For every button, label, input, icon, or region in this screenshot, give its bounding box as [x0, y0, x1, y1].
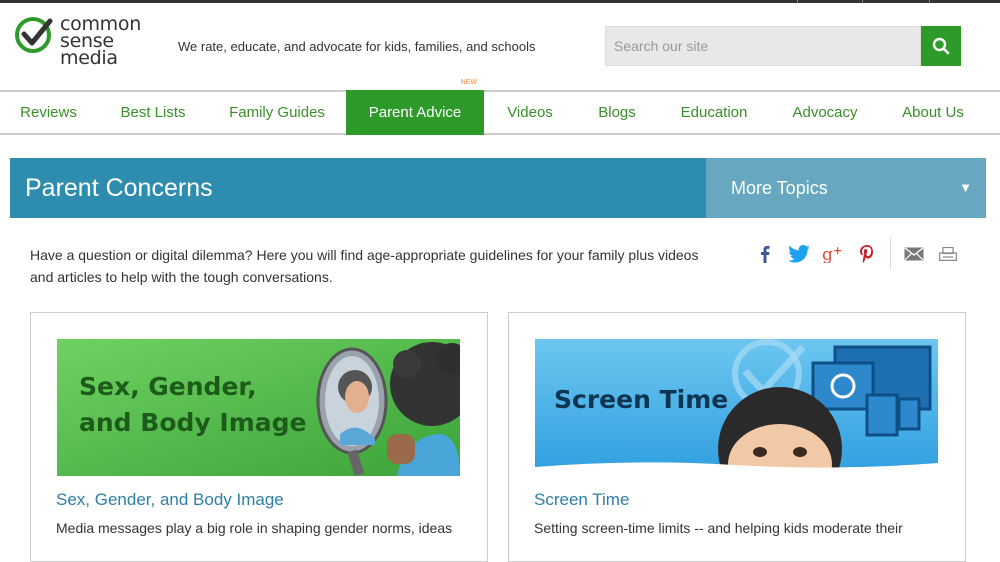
- email-icon[interactable]: [897, 238, 931, 270]
- card-title[interactable]: Sex, Gender, and Body Image: [56, 490, 284, 510]
- search-button[interactable]: [921, 26, 961, 66]
- card-description: Setting screen-time limits -- and helpin…: [534, 520, 903, 536]
- nav-item-blogs[interactable]: Blogs: [588, 92, 646, 133]
- page-title: Parent Concerns: [25, 174, 213, 202]
- main-nav: Reviews Best Lists Family Guides Parent …: [0, 79, 1000, 135]
- pinterest-icon[interactable]: [850, 238, 884, 270]
- share-toolbar: g +: [748, 238, 965, 270]
- logo-wordmark: common sense media: [60, 15, 141, 78]
- card-image-caption: Sex, Gender, and Body Image: [79, 369, 306, 441]
- search-icon: [932, 37, 950, 55]
- nav-item-advocacy[interactable]: Advocacy: [784, 92, 866, 133]
- share-divider: [890, 238, 891, 270]
- topic-card-screen-time[interactable]: Screen Time Screen Time Setting screen-t…: [508, 312, 966, 562]
- topic-card-sex-gender[interactable]: Sex, Gender, and Body Image Sex, Gender,…: [30, 312, 488, 562]
- site-tagline: We rate, educate, and advocate for kids,…: [178, 39, 536, 54]
- card-image-screen-time[interactable]: Screen Time: [535, 339, 938, 476]
- site-search: [605, 26, 961, 66]
- nav-item-label: Parent Advice: [368, 104, 462, 121]
- card-title[interactable]: Screen Time: [534, 490, 629, 510]
- facebook-icon[interactable]: [748, 238, 782, 270]
- new-badge: NEW: [460, 79, 477, 86]
- card-image-sex-gender[interactable]: Sex, Gender, and Body Image: [57, 339, 460, 476]
- svg-text:+: +: [833, 245, 842, 257]
- google-plus-icon[interactable]: g +: [816, 238, 850, 270]
- chevron-down-icon: ▼: [959, 180, 972, 195]
- print-icon[interactable]: [931, 238, 965, 270]
- more-topics-dropdown[interactable]: More Topics ▼: [706, 158, 986, 218]
- nav-item-videos[interactable]: Videos: [498, 92, 562, 133]
- search-input[interactable]: [605, 26, 921, 66]
- intro-text: Have a question or digital dilemma? Here…: [30, 247, 699, 285]
- card-image-caption-line: and Body Image: [79, 408, 307, 437]
- nav-item-parent-advice[interactable]: Parent Advice NEW: [346, 79, 484, 135]
- nav-item-family-guides[interactable]: Family Guides: [222, 92, 332, 133]
- nav-item-reviews[interactable]: Reviews: [10, 92, 87, 133]
- logo-line-3: media: [60, 47, 118, 69]
- site-logo[interactable]: common sense media: [14, 15, 154, 78]
- nav-item-about-us[interactable]: About Us: [894, 92, 972, 133]
- twitter-icon[interactable]: [782, 238, 816, 270]
- svg-text:g: g: [822, 245, 833, 263]
- logo-check-icon: [15, 17, 53, 53]
- section-banner: Parent Concerns More Topics ▼: [10, 158, 986, 218]
- nav-item-best-lists[interactable]: Best Lists: [110, 92, 196, 133]
- nav-item-education[interactable]: Education: [672, 92, 756, 133]
- card-description: Media messages play a big role in shapin…: [56, 520, 453, 536]
- site-header: common sense media We rate, educate, and…: [0, 3, 1000, 90]
- more-topics-label: More Topics: [731, 178, 828, 198]
- card-image-caption: Screen Time: [554, 385, 729, 414]
- card-image-caption-line: Sex, Gender,: [79, 372, 257, 401]
